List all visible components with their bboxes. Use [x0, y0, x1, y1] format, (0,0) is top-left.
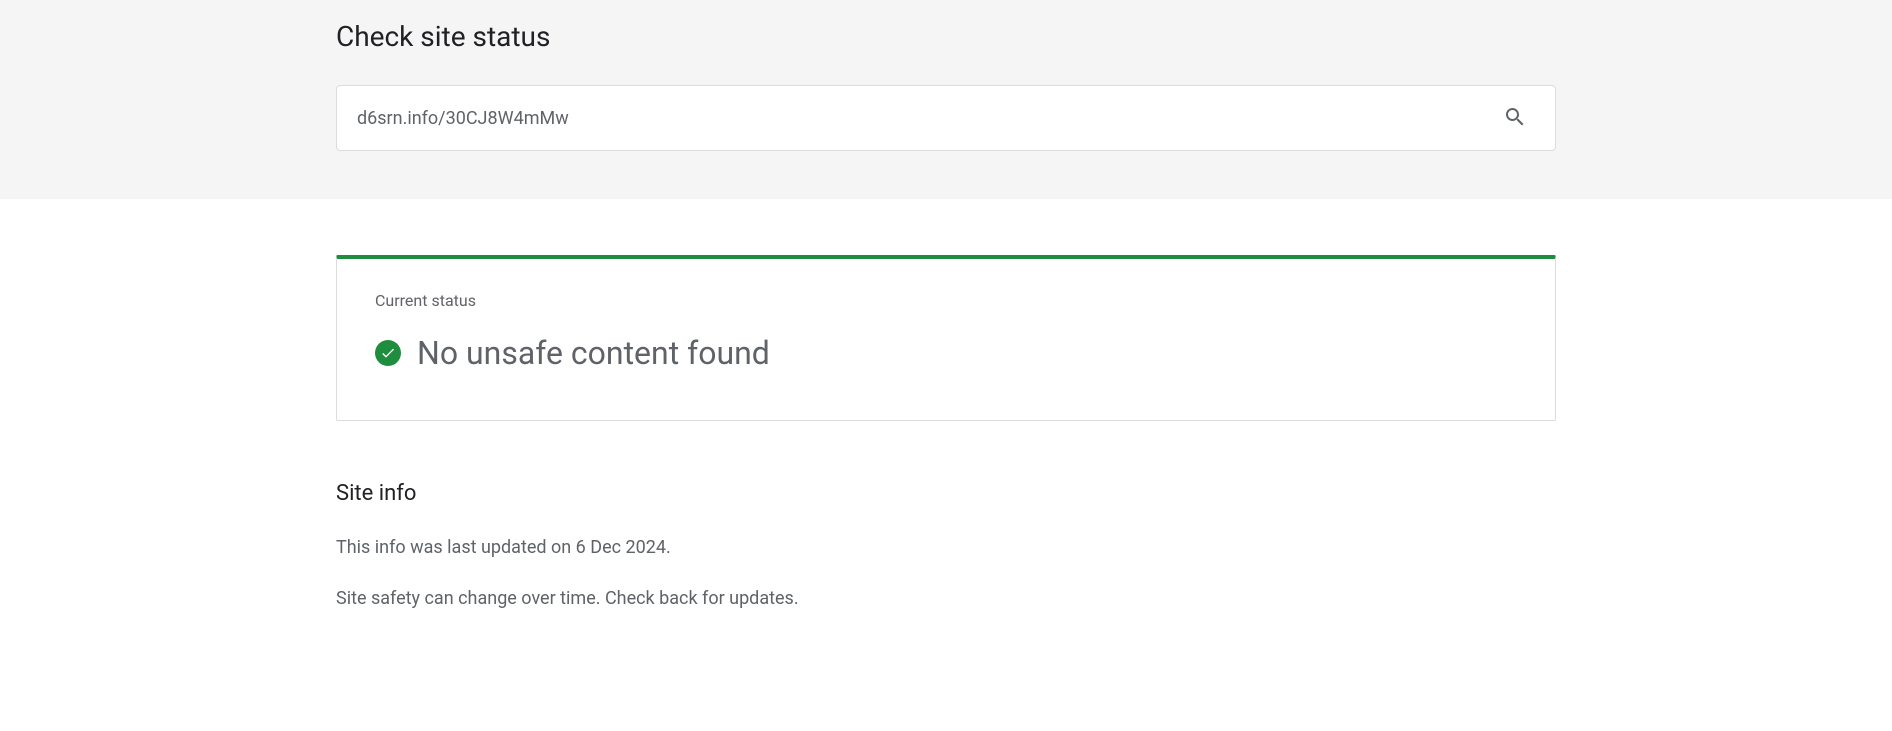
- check-circle-icon: [375, 340, 401, 366]
- status-card: Current status No unsafe content found: [336, 255, 1556, 421]
- search-box: [336, 85, 1556, 151]
- site-info-disclaimer: Site safety can change over time. Check …: [336, 585, 1556, 612]
- status-row: No unsafe content found: [375, 334, 1517, 372]
- page-title: Check site status: [336, 20, 1556, 53]
- content-section: Current status No unsafe content found S…: [0, 199, 1892, 612]
- site-info-last-updated: This info was last updated on 6 Dec 2024…: [336, 534, 1556, 561]
- url-search-input[interactable]: [357, 108, 1495, 129]
- search-button[interactable]: [1495, 97, 1535, 140]
- status-label: Current status: [375, 291, 1517, 310]
- status-message: No unsafe content found: [417, 334, 770, 372]
- header-section: Check site status: [0, 0, 1892, 199]
- site-info-title: Site info: [336, 481, 1556, 506]
- search-icon: [1503, 105, 1527, 132]
